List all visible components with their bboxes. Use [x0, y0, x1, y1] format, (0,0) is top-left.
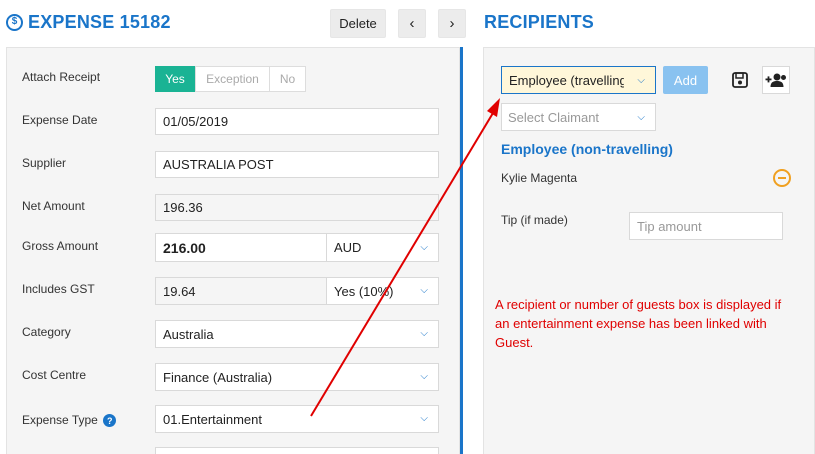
- currency-select[interactable]: AUD ⌵: [326, 233, 439, 262]
- next-button[interactable]: ›: [438, 9, 466, 38]
- expense-date-label: Expense Date: [22, 113, 98, 127]
- recipient-type-value: Employee (travelling): [509, 72, 624, 88]
- receipt-yes-option[interactable]: Yes: [155, 66, 195, 92]
- chevron-down-icon: ⌵: [420, 285, 428, 296]
- supplier-input[interactable]: AUSTRALIA POST: [155, 151, 439, 178]
- chevron-down-icon: ⌵: [637, 112, 645, 123]
- page-title: EXPENSE 15182: [28, 11, 171, 32]
- gross-amount-input[interactable]: 216.00: [155, 233, 327, 262]
- currency-value: AUD: [334, 240, 362, 255]
- add-user-icon[interactable]: [762, 66, 790, 94]
- recipient-name: Kylie Magenta: [501, 171, 578, 185]
- expense-type-label-text: Expense Type: [22, 413, 98, 427]
- includes-gst-label: Includes GST: [22, 282, 95, 296]
- cost-centre-label: Cost Centre: [22, 368, 87, 382]
- previous-button[interactable]: ‹: [398, 9, 426, 38]
- receipt-exception-option[interactable]: Exception: [195, 66, 270, 92]
- recipients-title: RECIPIENTS: [484, 12, 595, 32]
- gst-amount-field: 19.64: [155, 277, 327, 305]
- section-heading: Employee (non-travelling): [501, 141, 673, 157]
- net-amount-label: Net Amount: [22, 199, 85, 213]
- next-field-partial[interactable]: [155, 447, 439, 454]
- category-value: Australia: [163, 326, 214, 342]
- cost-centre-value: Finance (Australia): [163, 369, 273, 385]
- tip-input[interactable]: Tip amount: [629, 212, 783, 240]
- net-amount-field: 196.36: [155, 194, 439, 221]
- gst-option-value: Yes (10%): [334, 283, 394, 299]
- remove-icon[interactable]: [773, 169, 791, 187]
- chevron-left-icon: ‹: [409, 15, 415, 32]
- expense-type-value: 01.Entertainment: [163, 411, 263, 427]
- supplier-label: Supplier: [22, 156, 67, 170]
- attach-receipt-label: Attach Receipt: [22, 70, 101, 84]
- annotation-text: A recipient or number of guests box is d…: [495, 297, 782, 350]
- save-icon[interactable]: [728, 66, 752, 94]
- chevron-down-icon: ⌵: [420, 242, 428, 253]
- help-icon[interactable]: ?: [103, 414, 117, 428]
- expense-type-select[interactable]: 01.Entertainment ⌵: [155, 405, 439, 433]
- cost-centre-select[interactable]: Finance (Australia) ⌵: [155, 363, 439, 391]
- claimant-placeholder: Select Claimant: [508, 109, 600, 125]
- recipient-type-select[interactable]: Employee (travelling) ⌵: [501, 66, 656, 94]
- chevron-down-icon: ⌵: [420, 328, 428, 339]
- claimant-select[interactable]: Select Claimant ⌵: [501, 103, 656, 131]
- tip-label: Tip (if made): [501, 213, 568, 227]
- receipt-no-option[interactable]: No: [270, 66, 306, 92]
- expense-type-label: Expense Type ?: [22, 413, 117, 428]
- scrollbar[interactable]: [460, 47, 463, 454]
- chevron-down-icon: ⌵: [420, 371, 428, 382]
- category-label: Category: [22, 325, 71, 339]
- delete-button[interactable]: Delete: [330, 9, 386, 38]
- chevron-down-icon: ⌵: [637, 75, 645, 86]
- category-select[interactable]: Australia ⌵: [155, 320, 439, 348]
- add-button[interactable]: Add: [663, 66, 708, 94]
- dollar-circle-icon: $: [6, 13, 23, 31]
- chevron-right-icon: ›: [449, 15, 455, 32]
- gross-amount-label: Gross Amount: [22, 239, 99, 253]
- chevron-down-icon: ⌵: [420, 413, 428, 424]
- page-header: $ EXPENSE 15182: [6, 10, 171, 34]
- expense-date-input[interactable]: 01/05/2019: [155, 108, 439, 135]
- gst-option-select[interactable]: Yes (10%) ⌵: [326, 277, 439, 305]
